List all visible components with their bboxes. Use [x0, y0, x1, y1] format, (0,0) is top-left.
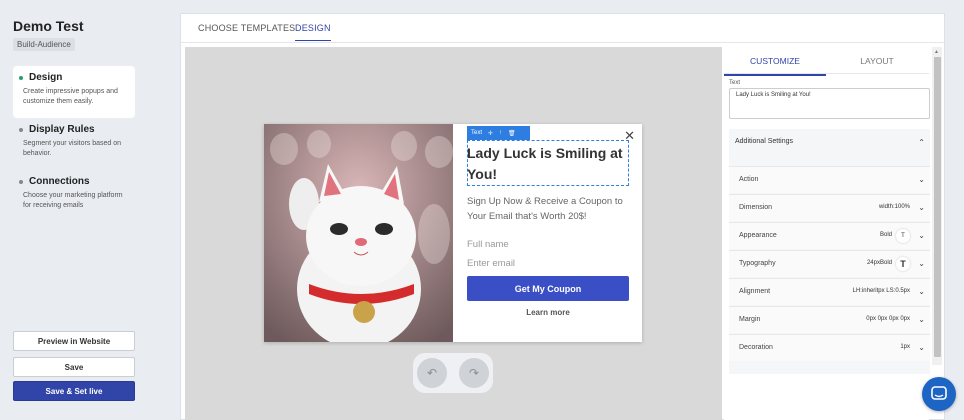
save-button[interactable]: Save	[13, 357, 135, 377]
setting-label: Typography	[739, 260, 776, 267]
tab-layout[interactable]: LAYOUT	[826, 56, 928, 74]
toolbar-label: Text	[471, 130, 483, 136]
move-icon[interactable]: ✛	[488, 130, 493, 137]
panel-scrollbar[interactable]: ▲	[932, 47, 942, 365]
step-connections-title: Connections	[29, 176, 90, 187]
step-display-rules-title: Display Rules	[29, 124, 95, 135]
design-canvas: ✕ Text ✛ ↑ 🗑 Lady Luck is Smiling at You…	[185, 47, 722, 420]
redo-icon[interactable]: ↷	[459, 358, 489, 388]
undo-icon[interactable]: ↶	[417, 358, 447, 388]
setting-row-alignment[interactable]: Alignment LH:inheritpx LS:0.5px ⌄	[729, 278, 930, 305]
chevron-down-icon[interactable]: ⌄	[918, 343, 925, 352]
email-input[interactable]: Enter email	[467, 258, 629, 269]
setting-label: Action	[739, 176, 759, 183]
tab-choose-templates[interactable]: CHOOSE TEMPLATES	[198, 23, 295, 40]
step-design-title: Design	[29, 72, 63, 83]
undo-redo-controls: ↶ ↷	[413, 353, 493, 393]
text-field[interactable]: Lady Luck is Smiling at You!	[729, 88, 930, 119]
setting-label: Decoration	[739, 344, 773, 351]
chat-support-icon[interactable]	[922, 377, 956, 411]
audience-tag: Build-Audience	[13, 38, 75, 51]
popup-preview: ✕ Text ✛ ↑ 🗑 Lady Luck is Smiling at You…	[264, 124, 642, 342]
setting-value: LH:inheritpx LS:0.5px	[852, 288, 910, 294]
scroll-thumb[interactable]	[934, 57, 941, 357]
step-connections[interactable]: Connections Choose your marketing platfo…	[13, 170, 135, 218]
dot-icon	[19, 127, 23, 132]
setting-label: Alignment	[739, 288, 771, 295]
chevron-down-icon[interactable]: ⌄	[918, 231, 925, 240]
setting-value: width:100%	[878, 204, 910, 210]
customize-panel: CUSTOMIZE LAYOUT Text Lady Luck is Smili…	[724, 47, 930, 420]
setting-row-action[interactable]: Action ⌄	[729, 166, 930, 193]
typography-icon[interactable]: T	[896, 257, 910, 271]
chevron-down-icon[interactable]: ⌄	[918, 287, 925, 296]
setting-row-decoration[interactable]: Decoration 1px ⌄	[729, 334, 930, 361]
setting-row-appearance[interactable]: Appearance Bold T ⌄	[729, 222, 930, 249]
app-title: Demo Test	[13, 18, 84, 34]
chevron-up-icon[interactable]: ⌃	[918, 138, 925, 147]
lucky-cat-image	[264, 124, 453, 342]
chevron-down-icon[interactable]: ⌄	[918, 203, 925, 212]
customize-tabs: CUSTOMIZE LAYOUT	[724, 47, 929, 76]
step-design-desc: Create impressive popups and customize t…	[23, 88, 118, 105]
main-panel: CHOOSE TEMPLATES DESIGN ✕ Text ✛ ↑ 🗑 Lad…	[180, 13, 945, 420]
chevron-down-icon[interactable]: ⌄	[918, 315, 925, 324]
popup-subtext[interactable]: Sign Up Now & Receive a Coupon to Your E…	[467, 194, 632, 224]
main-tabs: CHOOSE TEMPLATES DESIGN	[181, 14, 944, 43]
setting-label: Margin	[739, 316, 761, 323]
active-dot-icon	[19, 75, 23, 80]
setting-row-dimension[interactable]: Dimension width:100% ⌄	[729, 194, 930, 221]
arrow-up-icon[interactable]: ↑	[499, 130, 502, 136]
setting-row-margin[interactable]: Margin 0px 0px 0px 0px ⌄	[729, 306, 930, 333]
text-element-toolbar[interactable]: Text ✛ ↑ 🗑	[467, 126, 530, 140]
tab-customize[interactable]: CUSTOMIZE	[724, 56, 826, 76]
additional-settings-title[interactable]: Additional Settings	[735, 138, 793, 145]
additional-settings: Additional Settings ⌃ Action ⌄ Dimension…	[729, 129, 930, 374]
get-coupon-button[interactable]: Get My Coupon	[467, 276, 629, 301]
setting-value: Bold	[879, 232, 892, 238]
tab-design[interactable]: DESIGN	[295, 23, 331, 41]
setting-value: 24pxBold	[866, 260, 892, 266]
setting-label: Dimension	[739, 204, 773, 211]
setting-row-typography[interactable]: Typography 24pxBold T ⌄	[729, 250, 930, 277]
text-field-label: Text	[729, 80, 741, 86]
learn-more-link[interactable]: Learn more	[467, 308, 629, 317]
scroll-up-icon[interactable]: ▲	[934, 49, 939, 55]
chevron-down-icon[interactable]: ⌄	[918, 259, 925, 268]
trash-icon[interactable]: 🗑	[508, 130, 516, 137]
dot-icon	[19, 179, 23, 184]
sidebar: Demo Test Build-Audience Design Create i…	[0, 0, 148, 420]
popup-heading[interactable]: Lady Luck is Smiling at You!	[467, 143, 627, 185]
save-set-live-button[interactable]: Save & Set live	[13, 381, 135, 401]
chevron-down-icon[interactable]: ⌄	[918, 175, 925, 184]
step-display-rules[interactable]: Display Rules Segment your visitors base…	[13, 118, 135, 166]
step-connections-desc: Choose your marketing platform for recei…	[23, 192, 123, 209]
setting-value: 1px	[900, 344, 910, 350]
setting-label: Appearance	[739, 232, 777, 239]
full-name-input[interactable]: Full name	[467, 239, 629, 250]
setting-value: 0px 0px 0px 0px	[866, 316, 910, 322]
preview-button[interactable]: Preview in Website	[13, 331, 135, 351]
step-display-rules-desc: Segment your visitors based on behavior.	[23, 140, 122, 157]
text-style-icon[interactable]: T	[896, 229, 910, 243]
step-design[interactable]: Design Create impressive popups and cust…	[13, 66, 135, 118]
